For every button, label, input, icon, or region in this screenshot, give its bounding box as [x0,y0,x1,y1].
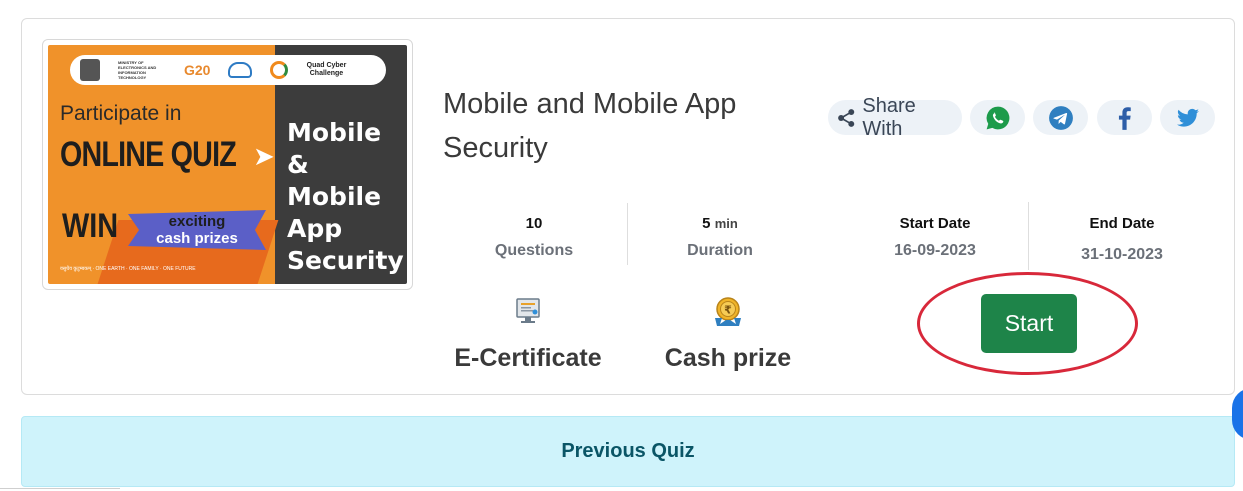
stat-duration: 5 min Duration [660,215,780,260]
ministry-logo-text: MINISTRY OF ELECTRONICS AND INFORMATION … [118,60,157,80]
duration-value: 5 [702,215,711,232]
end-date-label: End Date [1089,215,1155,232]
end-date-value: 31-10-2023 [1081,246,1163,263]
quiz-banner-image: MINISTRY OF ELECTRONICS AND INFORMATION … [42,39,413,290]
banner-arrow-icon: ➤ [253,141,275,171]
banner-title: Mobile & Mobile App Security [287,118,404,275]
start-date-label: Start Date [899,215,971,232]
share-icon [838,108,855,127]
cloud-logo [228,62,253,78]
banner-win-text: WIN [62,207,119,245]
certificate-icon [516,298,540,323]
quiz-title: Mobile and Mobile App Security [443,88,737,164]
stat-end-date: End Date 31-10-2023 [1052,215,1192,264]
questions-label: Questions [494,242,574,259]
banner-online-quiz-text: ONLINE QUIZ [60,135,237,174]
emblem-logo [80,59,100,81]
banner-logo-strip: MINISTRY OF ELECTRONICS AND INFORMATION … [70,55,386,85]
feature-cash-prize: ₹ Cash prize [652,296,804,373]
duration-unit: min [714,216,738,231]
share-telegram-button[interactable] [1033,100,1088,135]
g20-logo: G20 [184,62,211,78]
start-button[interactable]: Start [981,294,1077,353]
share-whatsapp-button[interactable] [970,100,1025,135]
banner-prize-ribbon: exciting cash prizes [128,210,266,250]
duration-label: Duration [687,242,753,259]
digital-india-logo [270,61,289,79]
feature-e-certificate: E-Certificate [448,296,608,373]
whatsapp-icon [986,106,1009,129]
cash-prize-label: Cash prize [664,344,792,372]
telegram-icon [1048,105,1073,130]
stat-start-date: Start Date 16-09-2023 [865,215,1005,260]
quad-logo-text: Quad Cyber Challenge [306,62,347,77]
questions-count: 10 [525,215,543,232]
e-certificate-label: E-Certificate [454,344,602,372]
share-twitter-button[interactable] [1160,100,1215,135]
banner-participate-text: Participate in [60,102,182,125]
rupee-medal-icon: ₹ [715,297,741,326]
stat-divider [627,203,628,265]
stat-divider [1028,202,1029,270]
previous-quiz-label: Previous Quiz [561,440,695,462]
share-with-label: Share With [828,95,962,140]
stat-questions: 10 Questions [474,215,594,260]
svg-text:₹: ₹ [724,304,732,317]
previous-quiz-button[interactable]: Previous Quiz [21,416,1235,487]
divider [0,488,120,489]
banner-tagline: वसुधैव कुटुम्बकम् · ONE EARTH · ONE FAMI… [60,266,196,272]
twitter-icon [1176,108,1199,127]
start-date-value: 16-09-2023 [894,242,976,259]
facebook-icon [1118,106,1131,130]
share-facebook-button[interactable] [1097,100,1152,135]
